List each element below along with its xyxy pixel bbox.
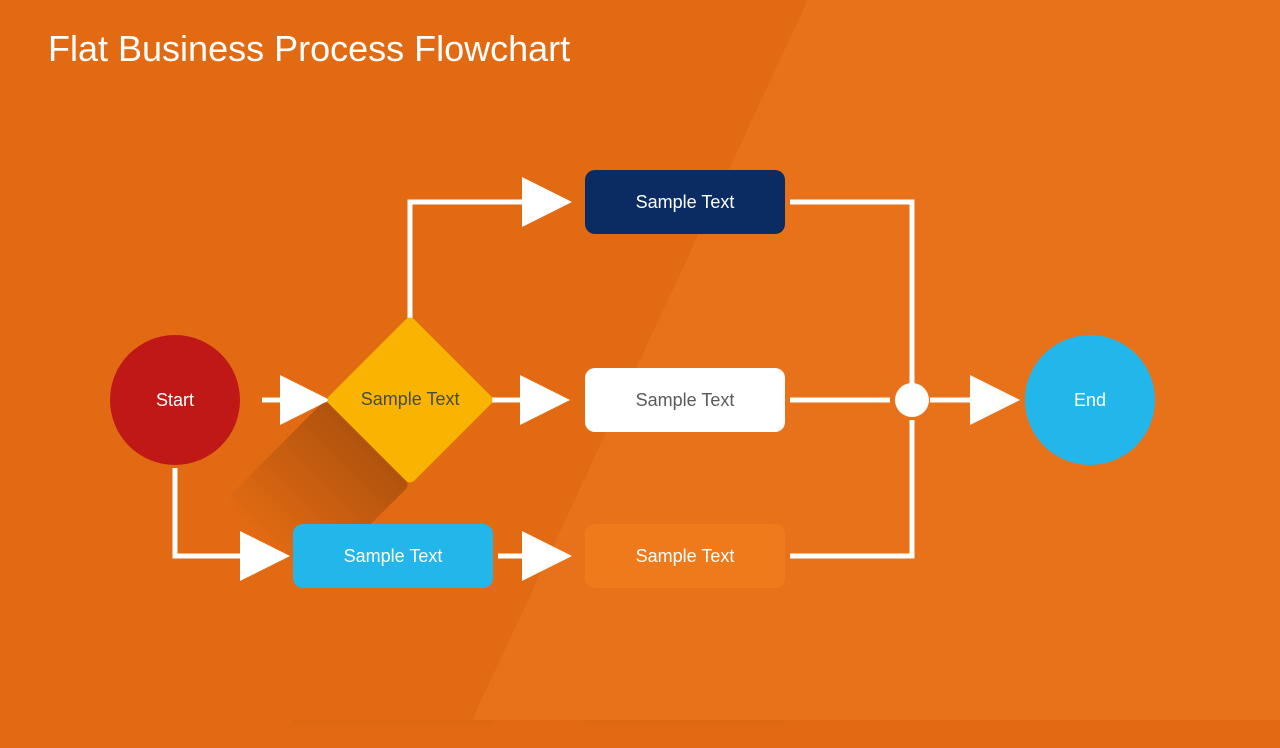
flowchart-stage: Start Sample Text Sample Text Sample Tex…: [0, 0, 1280, 720]
process-box-middle-label: Sample Text: [636, 390, 735, 411]
process-box-blue: Sample Text: [293, 524, 493, 588]
process-box-top: Sample Text: [585, 170, 785, 234]
start-label: Start: [156, 390, 194, 411]
process-box-middle: Sample Text: [585, 368, 785, 432]
process-box-blue-label: Sample Text: [344, 546, 443, 567]
process-box-orange: Sample Text: [585, 524, 785, 588]
process-box-orange-label: Sample Text: [636, 546, 735, 567]
process-box-top-label: Sample Text: [636, 192, 735, 213]
decision-label: Sample Text: [360, 389, 460, 411]
start-node: Start: [110, 335, 240, 465]
merge-node: [895, 383, 929, 417]
end-label: End: [1074, 390, 1106, 411]
end-node: End: [1025, 335, 1155, 465]
